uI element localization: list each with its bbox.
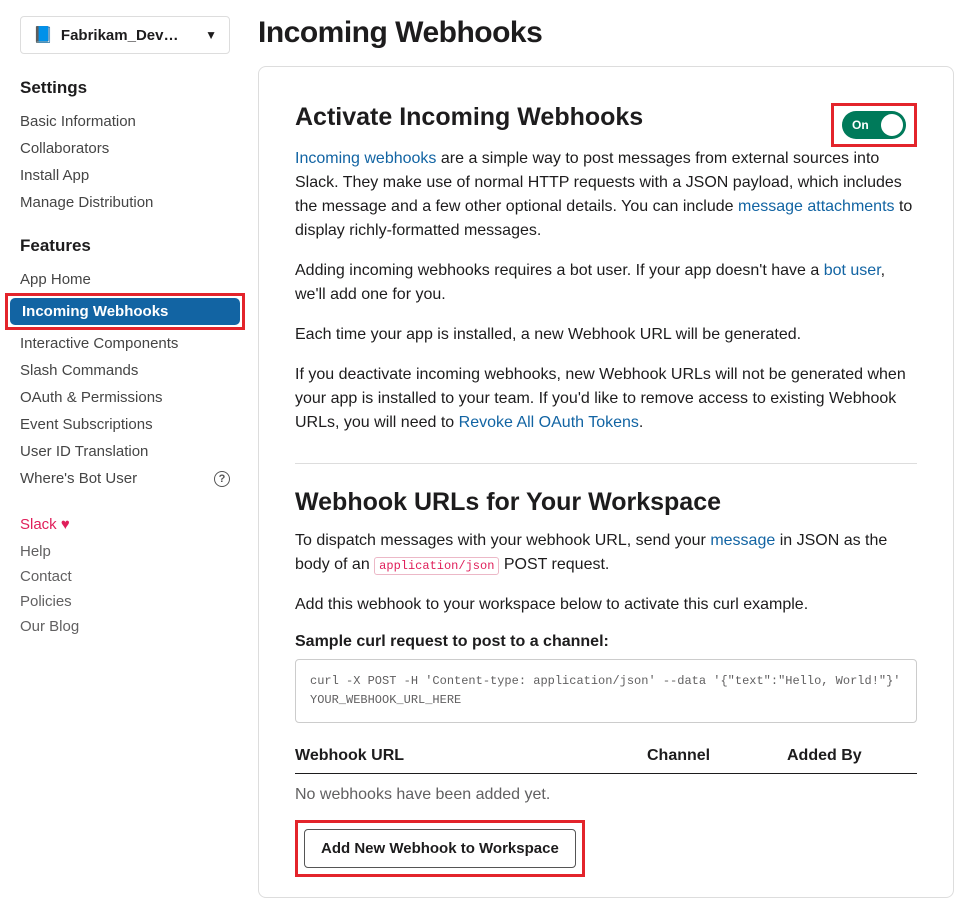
column-added-by: Added By [787,747,917,765]
settings-header: Settings [20,78,230,98]
main-content: Incoming Webhooks Activate Incoming Webh… [250,0,974,876]
sidebar-item-oauth-permissions[interactable]: OAuth & Permissions [20,384,230,411]
features-section: Features App Home Incoming Webhooks Inte… [20,236,230,492]
toggle-label: On [852,118,869,132]
help-icon[interactable]: ? [214,471,230,487]
footer-link-contact[interactable]: Contact [20,566,230,587]
activate-paragraph-4: If you deactivate incoming webhooks, new… [295,363,917,435]
features-header: Features [20,236,230,256]
text: POST request. [499,556,609,573]
workspace-dropdown[interactable]: 📘 Fabrikam_Dev… ▼ [20,16,230,54]
sidebar-item-incoming-webhooks[interactable]: Incoming Webhooks [10,298,240,325]
sidebar-item-install-app[interactable]: Install App [20,162,230,189]
sidebar-item-user-id-translation[interactable]: User ID Translation [20,438,230,465]
footer-link-our-blog[interactable]: Our Blog [20,616,230,637]
workspace-icon: 📘 [33,25,53,45]
empty-state-message: No webhooks have been added yet. [295,786,917,804]
message-link[interactable]: message [710,532,775,549]
footer-link-policies[interactable]: Policies [20,591,230,612]
text: . [639,414,643,431]
incoming-webhooks-link[interactable]: Incoming webhooks [295,150,436,167]
text: To dispatch messages with your webhook U… [295,532,710,549]
urls-heading: Webhook URLs for Your Workspace [295,488,917,517]
sidebar-item-interactive-components[interactable]: Interactive Components [20,330,230,357]
urls-paragraph-1: To dispatch messages with your webhook U… [295,529,917,577]
chevron-down-icon: ▼ [205,28,217,42]
webhook-table-header: Webhook URL Channel Added By [295,747,917,774]
activate-toggle[interactable]: On [842,111,906,139]
urls-paragraph-2: Add this webhook to your workspace below… [295,593,917,617]
sidebar-item-collaborators[interactable]: Collaborators [20,135,230,162]
column-channel: Channel [647,747,787,765]
sidebar-item-incoming-webhooks-highlight: Incoming Webhooks [5,293,245,330]
footer-link-help[interactable]: Help [20,541,230,562]
sidebar-item-wheres-bot-user[interactable]: Where's Bot User ? [20,465,230,492]
sidebar-item-basic-information[interactable]: Basic Information [20,108,230,135]
page-title: Incoming Webhooks [258,16,954,50]
text: Adding incoming webhooks requires a bot … [295,262,824,279]
sidebar: 📘 Fabrikam_Dev… ▼ Settings Basic Informa… [0,0,250,876]
activate-heading: Activate Incoming Webhooks [295,103,643,132]
slack-brand-link[interactable]: Slack ♥ [20,512,230,537]
footer-links: Slack ♥ Help Contact Policies Our Blog [20,512,230,637]
toggle-highlight: On [831,103,917,147]
workspace-name: Fabrikam_Dev… [61,27,179,44]
add-button-highlight: Add New Webhook to Workspace [295,820,585,877]
settings-section: Settings Basic Information Collaborators… [20,78,230,216]
activate-paragraph-3: Each time your app is installed, a new W… [295,323,917,347]
toggle-knob [881,114,903,136]
bot-user-link[interactable]: bot user [824,262,881,279]
content-type-code: application/json [374,557,499,575]
sidebar-item-event-subscriptions[interactable]: Event Subscriptions [20,411,230,438]
divider [295,463,917,464]
sidebar-item-slash-commands[interactable]: Slash Commands [20,357,230,384]
column-webhook-url: Webhook URL [295,747,647,765]
sidebar-item-label: Where's Bot User [20,470,137,487]
content-card: Activate Incoming Webhooks On Incoming w… [258,66,954,898]
sample-code-block: curl -X POST -H 'Content-type: applicati… [295,659,917,723]
message-attachments-link[interactable]: message attachments [738,198,895,215]
sample-label: Sample curl request to post to a channel… [295,633,917,651]
revoke-tokens-link[interactable]: Revoke All OAuth Tokens [459,414,639,431]
sidebar-item-app-home[interactable]: App Home [20,266,230,293]
sidebar-item-manage-distribution[interactable]: Manage Distribution [20,189,230,216]
add-new-webhook-button[interactable]: Add New Webhook to Workspace [304,829,576,868]
activate-paragraph-1: Incoming webhooks are a simple way to po… [295,147,917,243]
activate-paragraph-2: Adding incoming webhooks requires a bot … [295,259,917,307]
